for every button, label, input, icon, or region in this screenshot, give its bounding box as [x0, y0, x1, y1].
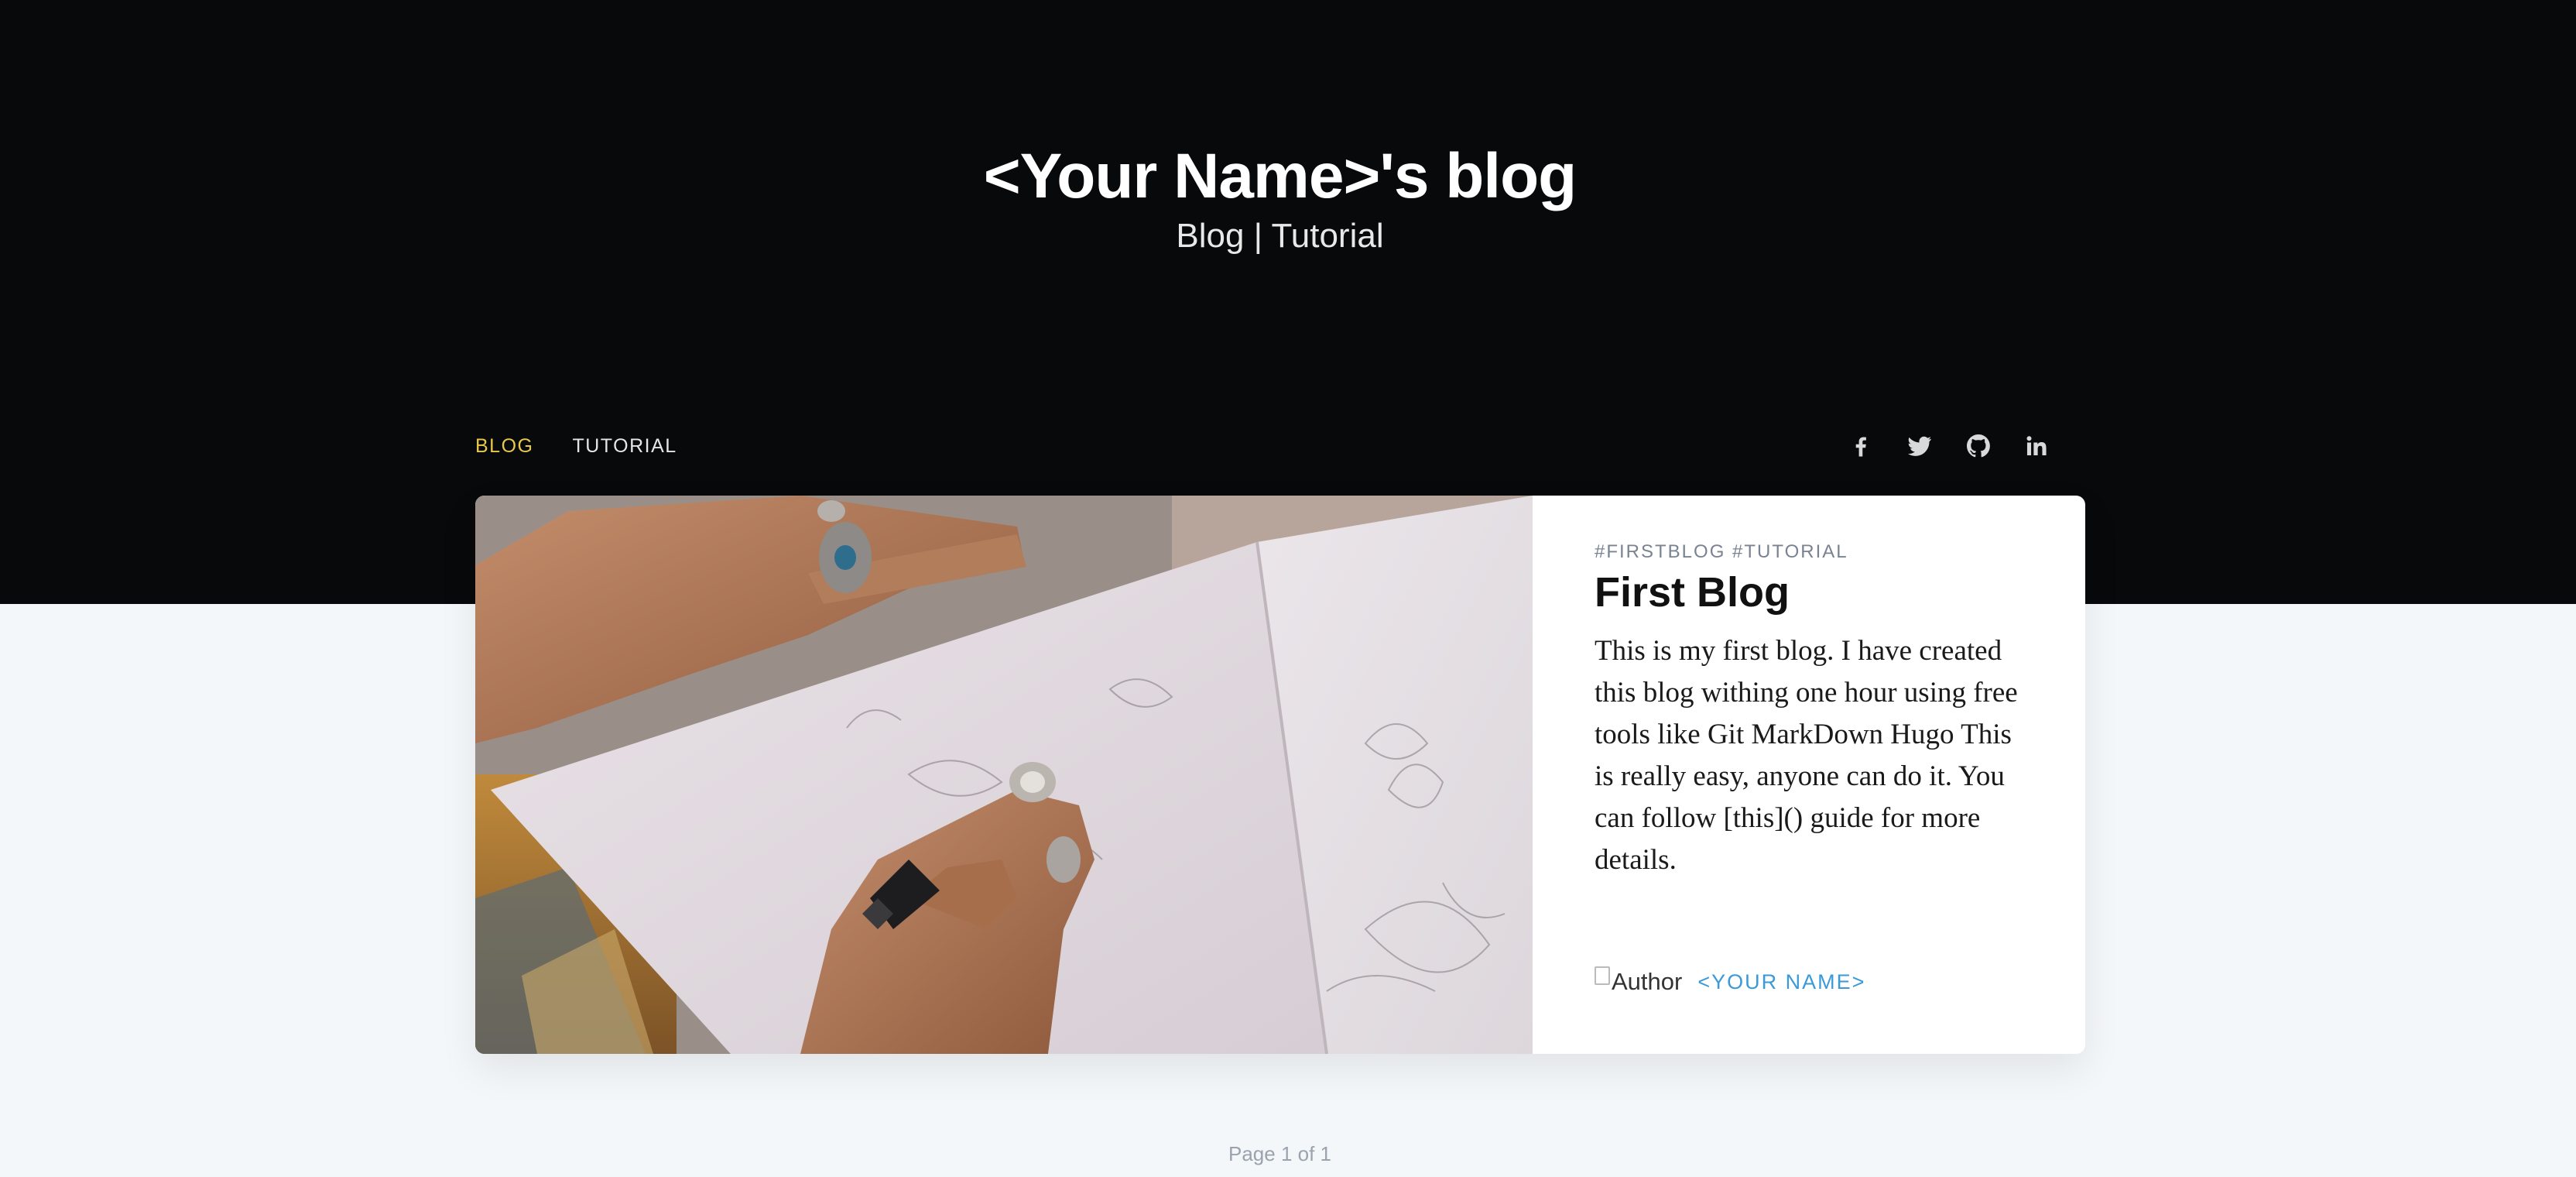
author-avatar: Author [1595, 966, 1683, 996]
post-author: Author <YOUR NAME> [1595, 966, 1865, 996]
nav-item-tutorial[interactable]: TUTORIAL [572, 432, 677, 460]
post-excerpt: This is my first blog. I have created th… [1595, 635, 2018, 876]
site-title[interactable]: <Your Name>'s blog [0, 138, 2560, 215]
post-cover-image[interactable] [475, 496, 1533, 1054]
social-links [1842, 427, 2056, 465]
github-icon[interactable] [1960, 427, 1997, 465]
facebook-icon[interactable] [1842, 427, 1879, 465]
nav-item-blog[interactable]: BLOG [475, 432, 533, 460]
post-title[interactable]: First Blog [1595, 567, 2023, 618]
site-subtitle: Blog | Tutorial [1176, 217, 1384, 255]
twitter-icon[interactable] [1901, 427, 1938, 465]
linkedin-icon[interactable] [2019, 427, 2056, 465]
pagination-info: Page 1 of 1 [1228, 1142, 1331, 1165]
main-nav: BLOG TUTORIAL [475, 432, 677, 460]
post-content: #FIRSTBLOG #TUTORIAL First Blog This is … [1533, 496, 2085, 1054]
author-name-link[interactable]: <YOUR NAME> [1697, 970, 1865, 994]
broken-image-icon [1595, 966, 1610, 985]
post-card[interactable]: #FIRSTBLOG #TUTORIAL First Blog This is … [475, 496, 2085, 1054]
author-avatar-alt: Author [1612, 968, 1683, 995]
post-tags[interactable]: #FIRSTBLOG #TUTORIAL [1595, 539, 2023, 565]
